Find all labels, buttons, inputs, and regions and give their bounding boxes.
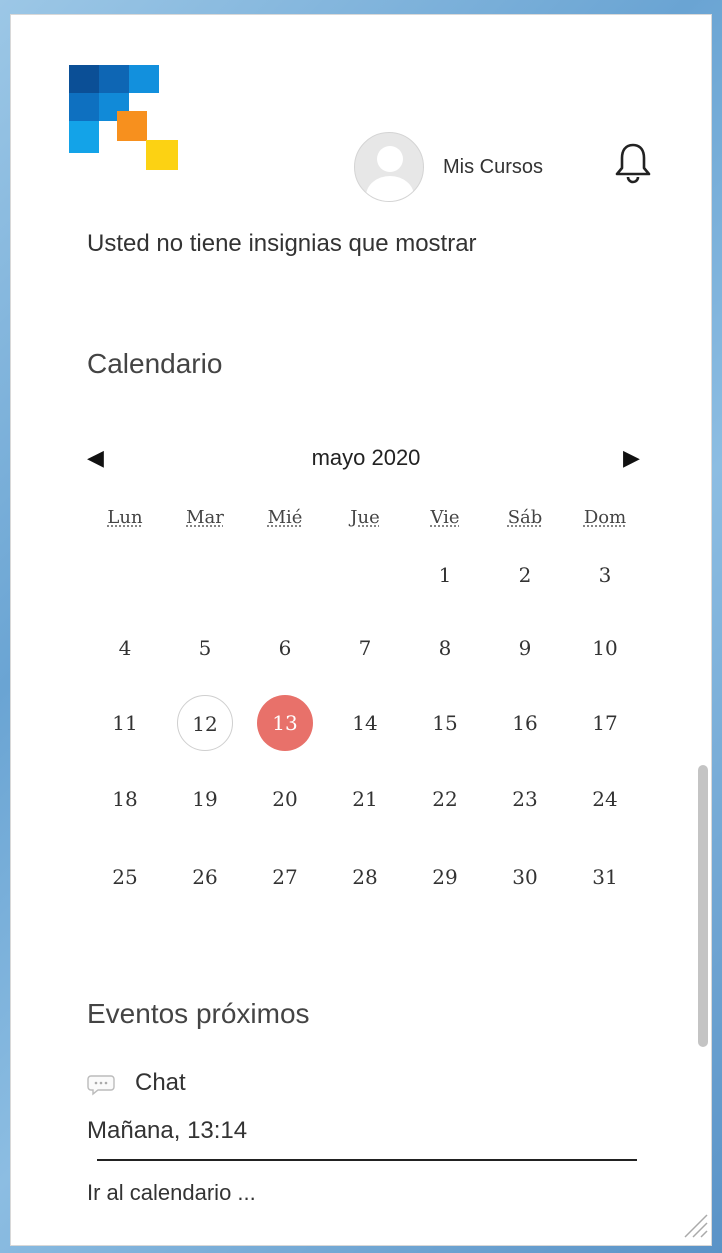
calendar-day[interactable]: 27 bbox=[257, 849, 313, 905]
event-time: Mañana, 13:14 bbox=[87, 1117, 248, 1144]
calendar-day[interactable]: 19 bbox=[177, 771, 233, 827]
my-courses-link[interactable]: Mis Cursos bbox=[443, 156, 543, 179]
calendar-day[interactable]: 25 bbox=[97, 849, 153, 905]
calendar-day[interactable]: 31 bbox=[577, 849, 633, 905]
calendar-day[interactable]: 22 bbox=[417, 771, 473, 827]
chat-bubble-icon bbox=[87, 1074, 115, 1096]
calendar-day[interactable]: 5 bbox=[177, 620, 233, 676]
calendar-day[interactable]: 7 bbox=[337, 620, 393, 676]
weekday-label: Lun bbox=[107, 507, 143, 528]
calendar-day[interactable]: 17 bbox=[577, 695, 633, 751]
calendar-title: Calendario bbox=[87, 348, 223, 379]
calendar-day[interactable]: 2 bbox=[497, 547, 553, 603]
next-month-arrow-icon[interactable]: ▶ bbox=[623, 445, 640, 471]
avatar-head-shape bbox=[377, 146, 403, 172]
calendar-day-selected[interactable]: 13 bbox=[257, 695, 313, 751]
calendar-day[interactable]: 23 bbox=[497, 771, 553, 827]
calendar-day[interactable]: 14 bbox=[337, 695, 393, 751]
calendar-day[interactable]: 1 bbox=[417, 547, 473, 603]
prev-month-arrow-icon[interactable]: ◀ bbox=[87, 445, 104, 471]
month-label[interactable]: mayo 2020 bbox=[291, 445, 441, 471]
calendar-day[interactable]: 24 bbox=[577, 771, 633, 827]
logo-icon bbox=[69, 65, 189, 175]
weekday-label: Dom bbox=[583, 507, 627, 528]
weekday-label: Vie bbox=[430, 507, 460, 528]
calendar-day-today[interactable]: 12 bbox=[177, 695, 233, 751]
weekday-label: Jue bbox=[350, 507, 380, 528]
badges-empty-message: Usted no tiene insignias que mostrar bbox=[87, 230, 477, 257]
calendar-day[interactable]: 6 bbox=[257, 620, 313, 676]
go-to-calendar-link[interactable]: Ir al calendario ... bbox=[87, 1180, 256, 1206]
resize-handle-icon[interactable] bbox=[679, 1209, 709, 1239]
upcoming-events-title: Eventos próximos bbox=[87, 998, 310, 1029]
avatar-body-shape bbox=[366, 176, 414, 201]
weekday-label: Mar bbox=[186, 507, 224, 528]
sidebar-panel: Mis Cursos Usted no tiene insignias que … bbox=[10, 14, 712, 1246]
bell-icon[interactable] bbox=[613, 141, 653, 185]
calendar-day[interactable]: 10 bbox=[577, 620, 633, 676]
scrollbar-thumb[interactable] bbox=[698, 765, 708, 1047]
calendar-day[interactable]: 20 bbox=[257, 771, 313, 827]
calendar-day[interactable]: 15 bbox=[417, 695, 473, 751]
weekday-label: Mié bbox=[267, 507, 303, 528]
calendar-day[interactable]: 21 bbox=[337, 771, 393, 827]
calendar-day[interactable]: 18 bbox=[97, 771, 153, 827]
weekday-label: Sáb bbox=[507, 507, 543, 528]
calendar-day[interactable]: 28 bbox=[337, 849, 393, 905]
calendar-day[interactable]: 29 bbox=[417, 849, 473, 905]
calendar-day[interactable]: 26 bbox=[177, 849, 233, 905]
calendar-day[interactable]: 8 bbox=[417, 620, 473, 676]
calendar-day[interactable]: 11 bbox=[97, 695, 153, 751]
calendar-day[interactable]: 4 bbox=[97, 620, 153, 676]
calendar-day[interactable]: 30 bbox=[497, 849, 553, 905]
event-name-link[interactable]: Chat bbox=[135, 1069, 186, 1097]
calendar-day[interactable]: 3 bbox=[577, 547, 633, 603]
divider bbox=[97, 1159, 637, 1161]
calendar-day[interactable]: 9 bbox=[497, 620, 553, 676]
calendar-day[interactable]: 16 bbox=[497, 695, 553, 751]
avatar[interactable] bbox=[354, 132, 424, 202]
